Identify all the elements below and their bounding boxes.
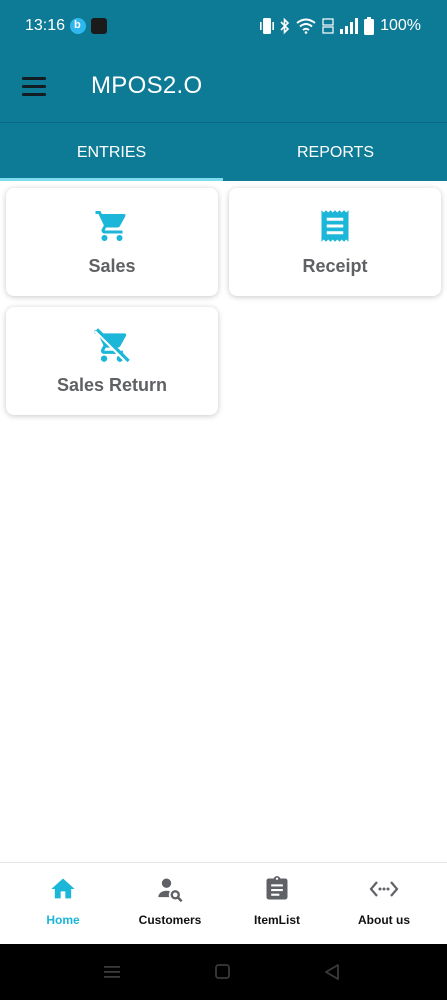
back-system-button[interactable] [322, 962, 344, 982]
nav-home-label: Home [46, 913, 80, 927]
battery-percent: 100% [380, 17, 421, 34]
sales-return-card[interactable]: Sales Return [6, 307, 218, 415]
menu-button[interactable] [22, 74, 48, 98]
clipboard-icon [222, 875, 332, 903]
sales-return-label: Sales Return [56, 375, 168, 395]
home-icon [8, 875, 118, 903]
nav-about-us[interactable]: About us [329, 863, 439, 945]
tab-bar: ENTRIES REPORTS [0, 122, 447, 181]
nav-customers-label: Customers [138, 913, 202, 927]
menu-icon-bar [22, 93, 46, 96]
code-dots-icon [329, 875, 439, 903]
nav-home[interactable]: Home [8, 863, 118, 945]
volte-icon [322, 18, 334, 34]
wifi-icon [296, 18, 316, 34]
app-notification-icon [91, 18, 107, 34]
tab-label: REPORTS [296, 143, 375, 161]
sales-label: Sales [88, 256, 136, 276]
menu-icon [22, 77, 46, 80]
cart-off-icon [6, 327, 218, 365]
nav-itemlist-label: ItemList [253, 913, 300, 927]
tab-indicator [0, 178, 223, 181]
bottom-navigation: Home Customers ItemList About us [0, 862, 447, 944]
tab-label: ENTRIES [76, 143, 147, 161]
sales-card[interactable]: Sales [6, 188, 218, 296]
receipt-card[interactable]: Receipt [229, 188, 441, 296]
app-title: MPOS2.O [91, 72, 203, 99]
status-bar: 13:16 b 100% [0, 0, 447, 52]
receipt-icon [229, 208, 441, 246]
receipt-label: Receipt [302, 256, 368, 276]
status-time: 13:16 [25, 17, 66, 34]
nav-about-us-label: About us [358, 913, 410, 927]
home-system-button[interactable] [213, 962, 235, 982]
battery-icon [364, 17, 375, 35]
bluetooth-icon [280, 17, 290, 35]
system-navigation-bar [0, 944, 447, 1000]
app-screen: 13:16 b 100% MPOS2.O ENTRIES REPORTS Sal… [0, 0, 447, 1000]
nav-itemlist[interactable]: ItemList [222, 863, 332, 945]
nav-customers[interactable]: Customers [115, 863, 225, 945]
menu-icon-bar [22, 85, 46, 88]
tab-entries[interactable]: ENTRIES [0, 123, 223, 182]
app-bar: MPOS2.O [0, 52, 447, 122]
recent-apps-button[interactable] [102, 962, 124, 982]
vibrate-icon [260, 18, 275, 34]
b-app-notification-icon: b [70, 18, 86, 34]
cart-icon [6, 208, 218, 246]
signal-icon [340, 18, 359, 34]
notification-letter: b [74, 19, 81, 31]
status-icons: 100% [260, 15, 421, 37]
person-search-icon [115, 875, 225, 903]
tab-reports[interactable]: REPORTS [224, 123, 447, 182]
